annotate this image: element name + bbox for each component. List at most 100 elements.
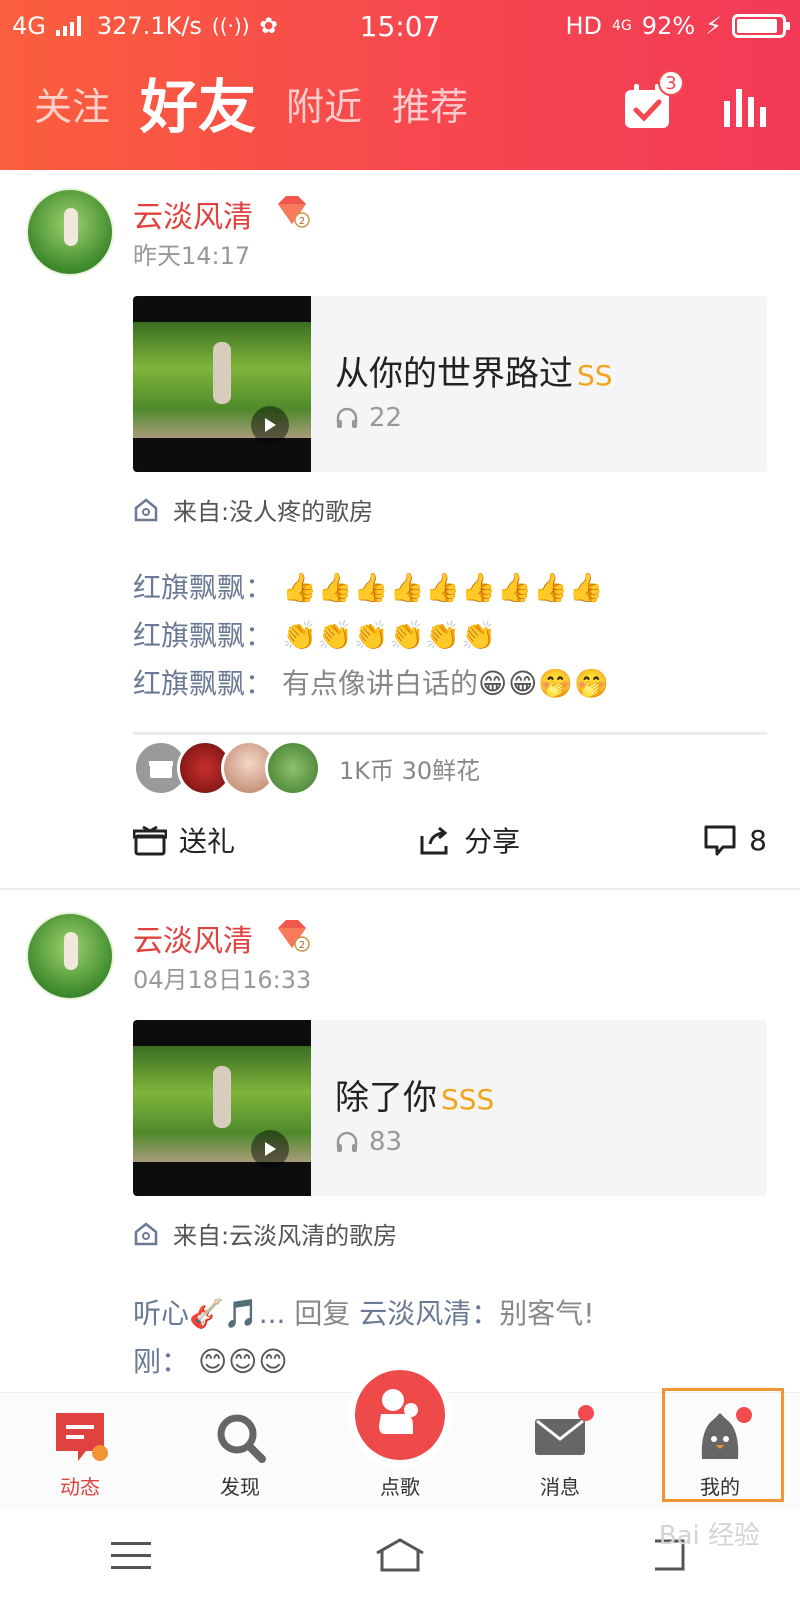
username[interactable]: 云淡风清 [133, 916, 253, 960]
gift-avatar [265, 740, 321, 796]
gift-senders[interactable]: 1K币 30鲜花 [133, 740, 480, 796]
avatar[interactable] [26, 912, 114, 1000]
menu-icon[interactable] [111, 1540, 152, 1570]
share-label: 分享 [464, 825, 521, 858]
comment-sep: ： [245, 619, 274, 652]
status-bar: 4G 327.1K/s ((·)) ✿ 15:07 HD 4G 92% ⚡ [0, 0, 800, 55]
song-title: 从你的世界路过 [335, 354, 573, 394]
share-icon [420, 826, 448, 855]
avatar[interactable] [26, 188, 114, 276]
comment-emoji: 😊😊😊 [197, 1345, 289, 1378]
comment-count: 8 [749, 823, 767, 857]
comment-sep: ： [245, 571, 274, 604]
play-icon[interactable] [251, 406, 289, 444]
commenter[interactable]: 听心🎸🎵... [133, 1297, 285, 1330]
room-source[interactable]: 来自:云淡风清的歌房 [133, 1216, 397, 1251]
comment-row[interactable]: 刚： 😊😊😊 [133, 1340, 289, 1380]
feed-post: 云淡风清 2 04月18日16:33 除了你 SSS 83 来自:云淡风清的歌房… [0, 890, 800, 1410]
search-icon [217, 1414, 266, 1463]
score-tag: SS [577, 359, 613, 392]
header: 4G 327.1K/s ((·)) ✿ 15:07 HD 4G 92% ⚡ 关注… [0, 0, 800, 170]
commenter[interactable]: 红旗飘飘 [133, 619, 245, 652]
commenter[interactable]: 红旗飘飘 [133, 571, 245, 604]
song-card[interactable]: 从你的世界路过 SS 22 [133, 296, 767, 472]
room-source[interactable]: 来自:没人疼的歌房 [133, 492, 373, 527]
net2-label: 4G [612, 18, 632, 34]
app-root: 4G 327.1K/s ((·)) ✿ 15:07 HD 4G 92% ⚡ 关注… [0, 0, 800, 1600]
play-count: 83 [369, 1127, 403, 1157]
tab-recommend[interactable]: 推荐 [392, 72, 468, 142]
comment-emoji: 👍👍👍👍👍👍👍👍👍 [281, 571, 605, 604]
gift-box-icon [133, 825, 167, 856]
comment-sep: ： [161, 1345, 190, 1378]
song-cover [133, 296, 311, 472]
reply-label: 回复 [294, 1297, 351, 1330]
vip-diamond-icon: 2 [278, 196, 310, 228]
room-source-label: 来自:云淡风清的歌房 [173, 1222, 398, 1250]
chart-icon[interactable] [722, 85, 770, 129]
sing-button[interactable] [355, 1370, 445, 1460]
share-button[interactable]: 分享 [418, 820, 520, 860]
comment-text: 别客气! [499, 1297, 595, 1330]
comment-row[interactable]: 听心🎸🎵... 回复 云淡风清：别客气! [133, 1292, 595, 1332]
watermark: Bai 经验 [658, 1521, 760, 1551]
home-nav-icon[interactable] [374, 1537, 426, 1573]
feed-icon [56, 1413, 108, 1461]
commenter[interactable]: 红旗飘飘 [133, 667, 245, 700]
battery-percent: 92% [641, 12, 696, 40]
headphone-icon [336, 1131, 358, 1152]
home-icon [134, 1221, 158, 1245]
feed-post: 云淡风清 2 昨天14:17 从你的世界路过 SS 22 来自:没人疼的歌房 红… [0, 170, 800, 890]
comment-sep: ： [471, 1297, 500, 1330]
calendar-button[interactable]: 3 [622, 70, 684, 132]
headphone-icon [336, 407, 358, 428]
vip-diamond-icon: 2 [278, 920, 310, 952]
microphone-person-icon [379, 1389, 418, 1434]
nav-sing-label: 点歌 [380, 1475, 420, 1499]
tab-follow[interactable]: 关注 [34, 72, 110, 142]
nav-messages[interactable]: 消息 [480, 1393, 640, 1510]
play-count: 22 [369, 403, 403, 433]
comment-sep: ： [245, 667, 274, 700]
tab-nearby[interactable]: 附近 [286, 72, 362, 142]
score-tag: SSS [441, 1083, 495, 1116]
username[interactable]: 云淡风清 [133, 192, 253, 236]
calendar-badge: 3 [658, 70, 684, 96]
post-actions: 送礼 分享 8 [133, 820, 767, 860]
commenter[interactable]: 刚 [133, 1345, 161, 1378]
song-cover [133, 1020, 311, 1196]
feed-tabs: 关注 好友 附近 推荐 [34, 72, 468, 142]
highlight-box [662, 1388, 784, 1502]
song-card[interactable]: 除了你 SSS 83 [133, 1020, 767, 1196]
nav-discover[interactable]: 发现 [160, 1393, 320, 1510]
feed: 云淡风清 2 昨天14:17 从你的世界路过 SS 22 来自:没人疼的歌房 红… [0, 170, 800, 1410]
tab-friends[interactable]: 好友 [140, 72, 256, 142]
hd-label: HD [565, 12, 603, 40]
post-time: 昨天14:17 [133, 242, 251, 270]
room-source-label: 来自:没人疼的歌房 [173, 498, 374, 526]
comment-emoji: 👏👏👏👏👏👏 [281, 619, 498, 652]
play-icon[interactable] [251, 1130, 289, 1168]
comment-bubble-icon [704, 825, 736, 856]
nav-feed[interactable]: 动态 [0, 1393, 160, 1510]
nav-discover-label: 发现 [220, 1475, 260, 1499]
gift-label: 送礼 [179, 825, 236, 858]
song-title: 除了你 [335, 1078, 437, 1118]
gift-button[interactable]: 送礼 [133, 820, 235, 860]
comment-row[interactable]: 红旗飘飘： 有点像讲白话的😁😁🤭🤭 [133, 662, 610, 702]
nav-messages-label: 消息 [540, 1475, 580, 1499]
charging-icon: ⚡ [705, 12, 722, 40]
battery-icon [732, 14, 790, 38]
svg-text:2: 2 [299, 940, 305, 951]
comment-row[interactable]: 红旗飘飘： 👍👍👍👍👍👍👍👍👍 [133, 566, 605, 606]
svg-text:2: 2 [299, 216, 305, 227]
comment-row[interactable]: 红旗飘飘： 👏👏👏👏👏👏 [133, 614, 497, 654]
comment-button[interactable]: 8 [703, 824, 767, 857]
post-time: 04月18日16:33 [133, 966, 312, 994]
nav-feed-label: 动态 [60, 1475, 100, 1499]
unread-dot [578, 1405, 594, 1421]
comment-text: 有点像讲白话的 [281, 667, 478, 700]
comment-emoji: 😁😁🤭🤭 [477, 667, 611, 700]
reply-target[interactable]: 云淡风清 [359, 1297, 471, 1330]
divider [133, 732, 767, 735]
